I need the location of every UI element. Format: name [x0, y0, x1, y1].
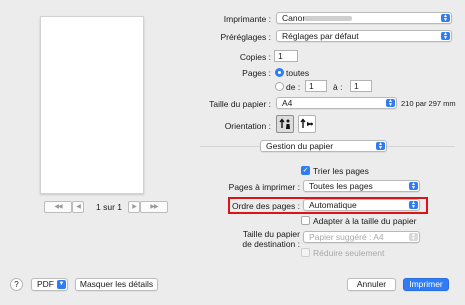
chevron-updown-icon: ▲ ▼	[386, 99, 395, 108]
cancel-button[interactable]: Annuler	[347, 278, 396, 291]
pages-to-label: à :	[333, 82, 343, 92]
next-page-button[interactable]: ▶	[128, 201, 140, 213]
scale-down-checkbox[interactable]	[301, 248, 310, 257]
chevron-updown-icon: ▲ ▼	[409, 182, 418, 191]
presets-label: Préréglages :	[220, 32, 271, 42]
pages-to-print-value: Toutes les pages	[309, 181, 373, 191]
section-popup[interactable]: Gestion du papier ▲ ▼	[260, 140, 387, 152]
page-preview	[40, 16, 144, 194]
printer-label: Imprimante :	[223, 14, 271, 24]
page-order-value: Automatique	[309, 200, 357, 210]
orientation-label: Orientation :	[224, 121, 271, 131]
print-button[interactable]: Imprimer	[403, 278, 449, 291]
pages-label: Pages :	[242, 68, 271, 78]
help-button[interactable]: ?	[10, 278, 23, 291]
pages-to-print-popup[interactable]: Toutes les pages ▲ ▼	[303, 180, 420, 192]
landscape-orientation-button[interactable]	[298, 115, 316, 133]
copies-label: Copies :	[239, 52, 271, 62]
collate-label: Trier les pages	[313, 166, 369, 176]
paper-size-dims: 210 par 297 mm	[401, 99, 456, 108]
dest-paper-label-line2: de destination :	[242, 239, 300, 249]
page-order-popup[interactable]: Automatique ▲ ▼	[303, 199, 420, 211]
chevron-updown-icon: ▲ ▼	[376, 142, 385, 151]
pages-range-radio[interactable]	[275, 82, 284, 91]
hide-details-button[interactable]: Masquer les détails	[75, 278, 158, 291]
collate-checkbox[interactable]: ✓	[301, 166, 310, 175]
pdf-label: PDF	[37, 279, 54, 289]
pages-to-field[interactable]: 1	[350, 80, 372, 92]
portrait-orientation-button[interactable]	[276, 115, 294, 133]
chevron-updown-icon: ▲ ▼	[409, 201, 418, 210]
scale-to-fit-label: Adapter à la taille du papier	[313, 216, 417, 226]
last-page-button[interactable]: ▶▶	[140, 201, 168, 213]
page-order-label: Ordre des pages :	[231, 201, 300, 211]
landscape-icon	[300, 118, 313, 128]
pages-from-field[interactable]: 1	[305, 80, 327, 92]
chevron-down-icon: ▼	[57, 280, 66, 289]
page-indicator: 1 sur 1	[96, 202, 122, 212]
pdf-menu-button[interactable]: PDF ▼	[31, 278, 68, 291]
chevron-updown-icon: ▲ ▼	[441, 32, 450, 41]
dest-paper-value: Papier suggéré : A4	[309, 232, 384, 242]
paper-size-label: Taille du papier :	[209, 99, 271, 109]
presets-value: Réglages par défaut	[282, 31, 359, 41]
pages-all-radio[interactable]	[275, 68, 284, 77]
section-value: Gestion du papier	[266, 141, 334, 151]
prev-page-button[interactable]: ◀	[72, 201, 84, 213]
paper-size-value: A4	[282, 98, 293, 108]
portrait-icon	[279, 118, 290, 129]
printer-popup[interactable]: Canon ▲ ▼	[276, 12, 452, 24]
pages-to-print-label: Pages à imprimer :	[228, 182, 300, 192]
pages-from-label: de :	[286, 82, 301, 92]
copies-field[interactable]: 1	[274, 50, 298, 62]
chevron-updown-icon: ▲ ▼	[441, 14, 450, 23]
pages-all-label: toutes	[286, 68, 310, 78]
presets-popup[interactable]: Réglages par défaut ▲ ▼	[276, 30, 452, 42]
printer-model-redacted	[304, 16, 352, 21]
dest-paper-label-line1: Taille du papier	[242, 229, 300, 239]
scale-to-fit-checkbox[interactable]	[301, 216, 310, 225]
paper-size-popup[interactable]: A4 ▲ ▼	[276, 97, 397, 109]
dest-paper-label: Taille du papier de destination :	[242, 229, 300, 249]
chevron-updown-icon: ▲ ▼	[409, 233, 418, 242]
first-page-button[interactable]: ◀◀	[44, 201, 72, 213]
dest-paper-popup[interactable]: Papier suggéré : A4 ▲ ▼	[303, 231, 420, 243]
scale-down-label: Réduire seulement	[313, 248, 385, 258]
